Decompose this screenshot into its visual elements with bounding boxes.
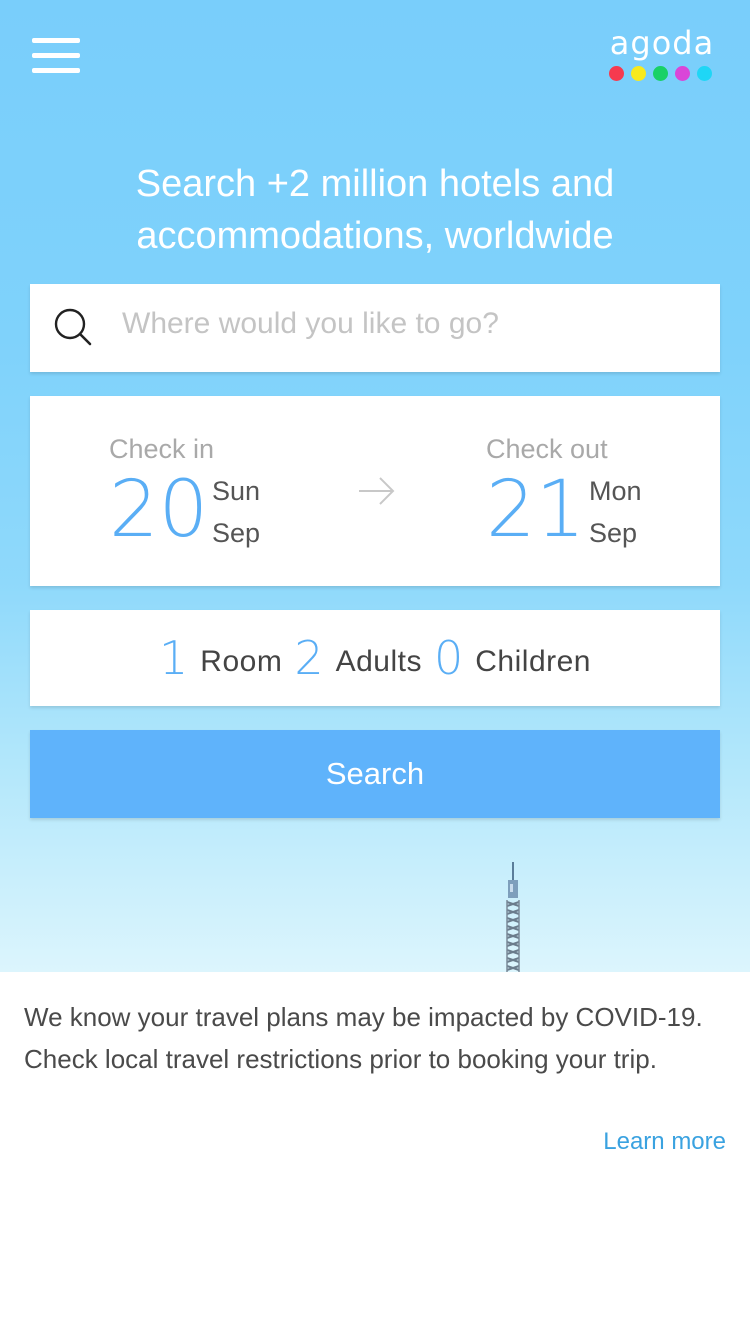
adults-count: 2 <box>294 631 324 685</box>
logo-dot <box>675 66 690 81</box>
hero-headline: Search +2 million hotels and accommodati… <box>135 163 615 257</box>
check-out-month: Sep <box>589 518 638 548</box>
children-label: Children <box>475 645 591 678</box>
check-out-day-number: 21 <box>486 465 586 555</box>
rooms-count: 1 <box>159 631 189 685</box>
hamburger-menu-icon[interactable] <box>32 38 80 74</box>
check-out-weekday: Mon <box>589 476 642 506</box>
check-in-day-number: 20 <box>109 465 209 555</box>
search-icon <box>54 308 92 346</box>
adults-label: Adults <box>335 645 422 678</box>
logo-dot <box>609 66 624 81</box>
check-in-label: Check in <box>109 434 215 464</box>
check-in-date[interactable]: Check in 20 Sun Sep <box>30 396 360 586</box>
destination-search-input[interactable] <box>122 300 692 348</box>
occupancy-summary: 1 Room 2 Adults 0 Children <box>30 610 720 706</box>
logo-wordmark: agoda <box>609 24 715 62</box>
covid-notice: We know your travel plans may be impacte… <box>0 972 750 1334</box>
check-out-date[interactable]: Check out 21 Mon Sep <box>406 396 720 586</box>
logo-dots <box>608 66 718 84</box>
learn-more-link[interactable]: Learn more <box>603 1128 726 1156</box>
children-count: 0 <box>433 631 464 685</box>
agoda-logo[interactable]: agoda <box>604 24 720 88</box>
arrow-right-icon <box>359 477 395 505</box>
rooms-label: Room <box>200 645 283 678</box>
check-in-weekday: Sun <box>212 476 261 506</box>
search-button[interactable]: Search <box>30 730 720 818</box>
logo-dot <box>697 66 712 81</box>
logo-dot <box>653 66 668 81</box>
covid-notice-text: We know your travel plans may be impacte… <box>24 1002 703 1074</box>
tower-image <box>506 862 520 972</box>
occupancy-selector[interactable]: 1 Room 2 Adults 0 Children <box>30 610 720 706</box>
check-out-label: Check out <box>486 434 608 464</box>
logo-dot <box>631 66 646 81</box>
check-in-month: Sep <box>212 518 261 548</box>
